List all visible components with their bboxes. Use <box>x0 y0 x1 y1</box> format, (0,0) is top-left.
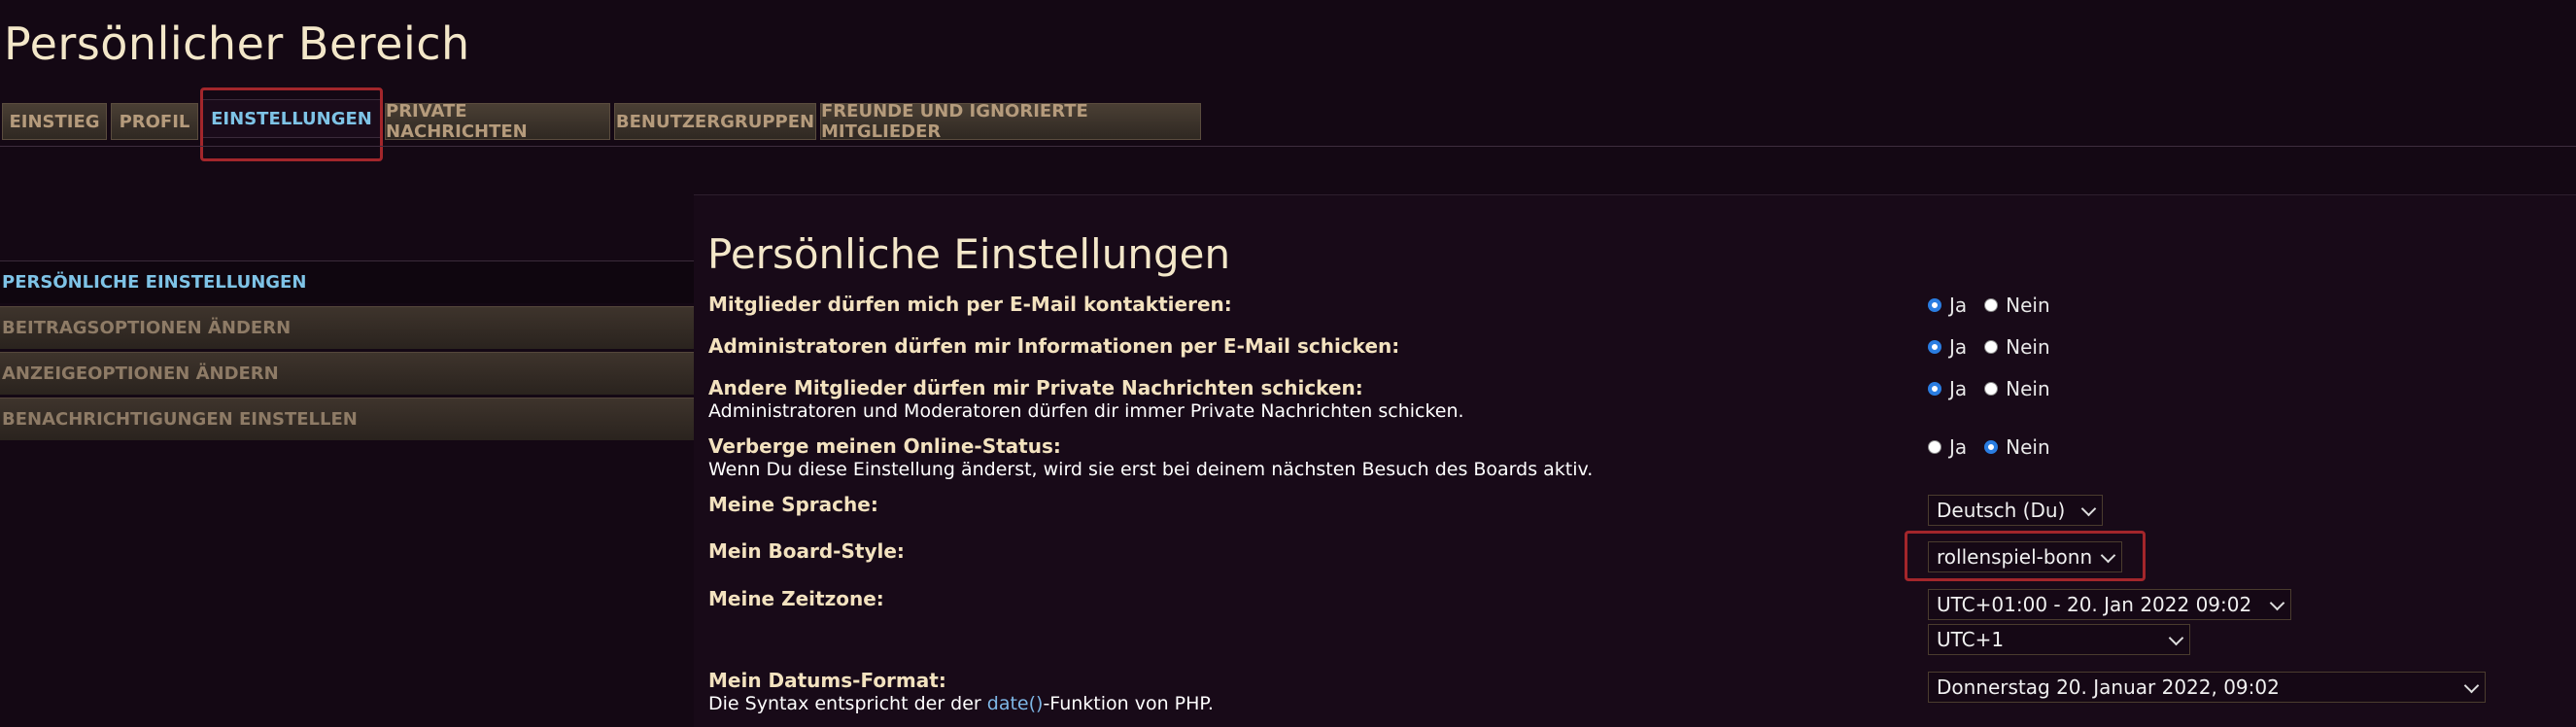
radio-label-ja: Ja <box>1949 294 1968 317</box>
chevron-down-icon <box>2269 595 2285 611</box>
tab-divider <box>0 146 2576 147</box>
date-format-select-value: Donnerstag 20. Januar 2022, 09:02 <box>1937 675 2280 699</box>
chevron-down-icon <box>2168 630 2184 646</box>
date-format-hint-before: Die Syntax entspricht der der <box>708 693 987 714</box>
radio-ja[interactable] <box>1928 440 1941 454</box>
settings-panel: Persönliche Einstellungen Mitglieder dür… <box>694 194 2576 727</box>
setting-hint: Wenn Du diese Einstellung änderst, wird … <box>708 459 1594 480</box>
date-format-hint: Die Syntax entspricht der der date()-Fun… <box>708 692 1214 715</box>
radio-label-nein: Nein <box>2006 294 2050 317</box>
sidebar: PERSÖNLICHE EINSTELLUNGEN BEITRAGSOPTION… <box>0 260 694 443</box>
radio-label-ja: Ja <box>1949 435 1968 459</box>
date-function-link[interactable]: date() <box>987 693 1044 714</box>
radio-label-ja: Ja <box>1949 377 1968 400</box>
timezone-select-value: UTC+01:00 - 20. Jan 2022 09:02 <box>1937 593 2252 616</box>
tab-profil[interactable]: PROFIL <box>111 103 198 140</box>
setting-label: Administratoren dürfen mir Informationen… <box>708 334 1400 358</box>
setting-row-style: Mein Board-Style: <box>708 539 905 563</box>
date-format-hint-after: -Funktion von PHP. <box>1043 693 1214 714</box>
radio-label-ja: Ja <box>1949 335 1968 359</box>
chevron-down-icon <box>2100 547 2116 564</box>
date-format-label: Mein Datums-Format: <box>708 669 946 692</box>
setting-hint: Administratoren und Moderatoren dürfen d… <box>708 400 1464 422</box>
setting-control-online-status: Ja Nein <box>1928 435 2058 459</box>
radio-nein[interactable] <box>1984 440 1999 454</box>
setting-label: Mitglieder dürfen mich per E-Mail kontak… <box>708 293 1232 316</box>
setting-label: Verberge meinen Online-Status: <box>708 434 1061 458</box>
page-title: Persönlicher Bereich <box>4 17 470 70</box>
radio-nein[interactable] <box>1984 340 1999 354</box>
radio-nein[interactable] <box>1984 382 1999 396</box>
sidebar-item-benachrichtigungen[interactable]: BENACHRICHTIGUNGEN EINSTELLEN <box>0 398 694 440</box>
radio-label-nein: Nein <box>2006 377 2050 400</box>
setting-row-timezone: Meine Zeitzone: <box>708 587 884 610</box>
setting-row-online-status: Verberge meinen Online-Status: Wenn Du d… <box>708 434 1593 481</box>
date-format-select[interactable]: Donnerstag 20. Januar 2022, 09:02 <box>1928 672 2486 703</box>
radio-label-nein: Nein <box>2006 435 2050 459</box>
style-select[interactable]: rollenspiel-bonn <box>1928 541 2122 572</box>
radio-label-nein: Nein <box>2006 335 2050 359</box>
setting-row-admin-email: Administratoren dürfen mir Informationen… <box>708 334 1399 358</box>
setting-control-email-contact: Ja Nein <box>1928 294 2058 317</box>
tab-einstieg[interactable]: EINSTIEG <box>2 103 107 140</box>
tab-freunde-und-ignorierte[interactable]: FREUNDE UND IGNORIERTE MITGLIEDER <box>820 101 1201 142</box>
timezone-label: Meine Zeitzone: <box>708 587 884 610</box>
panel-title: Persönliche Einstellungen <box>707 230 1231 278</box>
sidebar-item-persoenliche-einstellungen[interactable]: PERSÖNLICHE EINSTELLUNGEN <box>0 260 694 303</box>
setting-row-date-format: Mein Datums-Format: Die Syntax entsprich… <box>708 669 1214 715</box>
setting-label: Andere Mitglieder dürfen mir Private Nac… <box>708 376 1363 399</box>
setting-control-admin-email: Ja Nein <box>1928 335 2058 359</box>
setting-row-private-messages: Andere Mitglieder dürfen mir Private Nac… <box>708 376 1464 423</box>
style-label: Mein Board-Style: <box>708 539 905 563</box>
tab-private-nachrichten[interactable]: PRIVATE NACHRICHTEN <box>385 101 610 142</box>
setting-control-private-messages: Ja Nein <box>1928 377 2058 400</box>
radio-ja[interactable] <box>1928 298 1941 312</box>
chevron-down-icon <box>2080 501 2097 517</box>
setting-row-language: Meine Sprache: <box>708 493 878 516</box>
timezone-zone-value: UTC+1 <box>1937 628 2005 651</box>
radio-ja[interactable] <box>1928 382 1941 396</box>
style-select-value: rollenspiel-bonn <box>1937 545 2093 569</box>
tab-einstellungen[interactable]: EINSTELLUNGEN <box>202 99 381 138</box>
setting-row-email-contact: Mitglieder dürfen mich per E-Mail kontak… <box>708 293 1232 316</box>
radio-ja[interactable] <box>1928 340 1941 354</box>
radio-nein[interactable] <box>1984 298 1999 312</box>
timezone-select[interactable]: UTC+01:00 - 20. Jan 2022 09:02 <box>1928 589 2291 620</box>
tab-benutzergruppen[interactable]: BENUTZERGRUPPEN <box>614 103 816 140</box>
language-select[interactable]: Deutsch (Du) <box>1928 495 2103 526</box>
language-label: Meine Sprache: <box>708 493 878 516</box>
timezone-zone-select[interactable]: UTC+1 <box>1928 624 2190 655</box>
sidebar-item-anzeigeoptionen[interactable]: ANZEIGEOPTIONEN ÄNDERN <box>0 352 694 395</box>
language-select-value: Deutsch (Du) <box>1937 499 2066 522</box>
sidebar-item-beitragsoptionen[interactable]: BEITRAGSOPTIONEN ÄNDERN <box>0 306 694 349</box>
chevron-down-icon <box>2463 677 2480 694</box>
